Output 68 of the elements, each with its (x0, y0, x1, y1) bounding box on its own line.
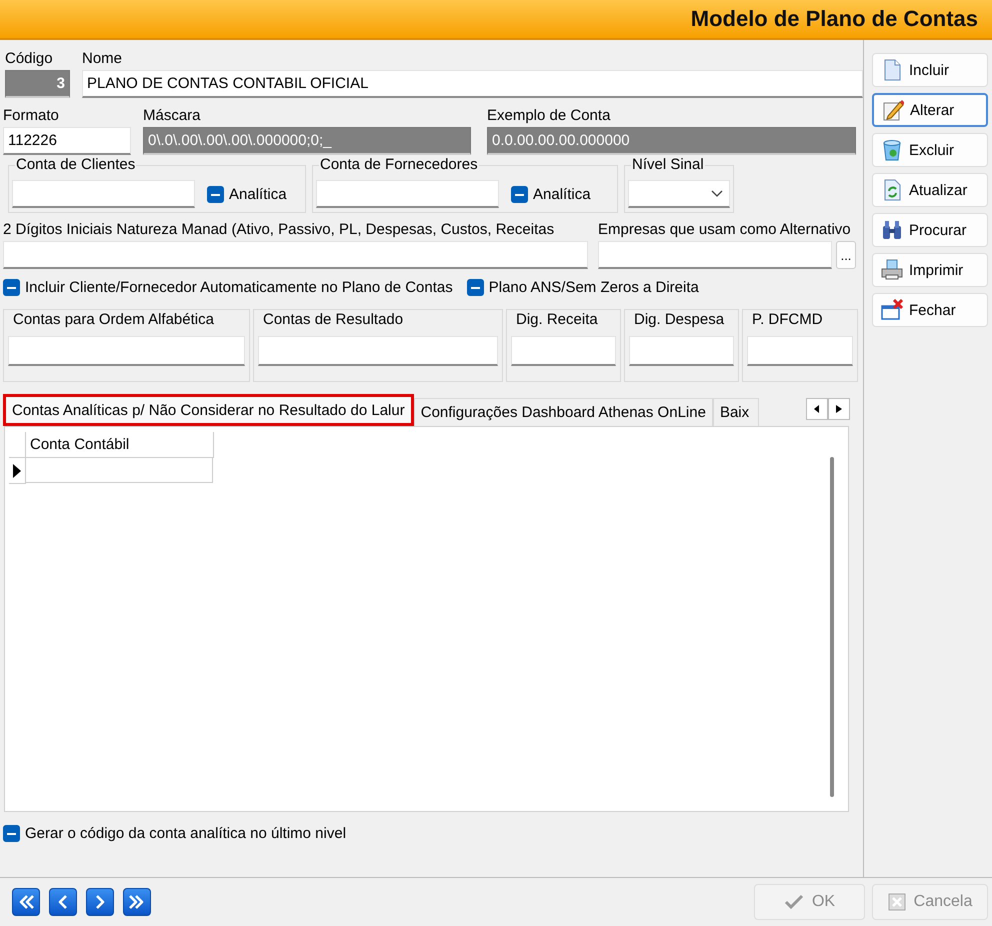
last-record-button[interactable] (123, 888, 151, 916)
binoculars-icon (881, 219, 903, 241)
checkmark-icon (784, 894, 804, 910)
field-label: Nome (82, 50, 124, 68)
checkbox[interactable] (207, 186, 224, 202)
account-field[interactable] (12, 180, 195, 208)
cancel-icon (888, 893, 906, 911)
first-record-button[interactable] (12, 888, 40, 916)
group-label: Contas para Ordem Alfabética (12, 311, 215, 329)
mask-field[interactable]: 0\.0\.00\.00\.00\.000000;0;_ (143, 127, 471, 155)
input-field[interactable] (8, 336, 245, 366)
scroll-left-button[interactable] (806, 398, 828, 420)
group-label: P. DFCMD (751, 311, 824, 329)
toolbar-button[interactable]: Incluir (872, 53, 988, 87)
right-triangle-icon (836, 405, 842, 413)
checkbox-label: Incluir Cliente/Fornecedor Automaticamente no Plano de Contas (25, 279, 453, 296)
input-field[interactable] (629, 336, 734, 366)
field-label: Código (5, 50, 54, 68)
checkbox-label: Analítica (229, 186, 287, 202)
toolbar-button[interactable]: Procurar (872, 213, 988, 247)
window-title: Modelo de Plano de Contas (690, 6, 978, 32)
toolbar-button[interactable]: Atualizar (872, 173, 988, 207)
group-label: Contas de Resultado (262, 311, 404, 329)
example-field[interactable]: 0.0.00.00.00.000000 (487, 127, 856, 155)
nature-field[interactable] (3, 241, 588, 269)
companies-field[interactable] (598, 241, 832, 269)
checkbox-label: Plano ANS/Sem Zeros a Direita (488, 279, 699, 296)
column-header: Conta Contábil (26, 432, 214, 458)
checkbox-label: Analítica (533, 186, 591, 202)
table-cell[interactable] (26, 458, 213, 483)
level-dropdown[interactable] (628, 180, 730, 208)
browse-button[interactable]: ... (836, 241, 856, 269)
bin-icon (881, 139, 903, 161)
field-label: Máscara (143, 107, 202, 125)
field-label: Empresas que usam como Alternativo (598, 221, 852, 239)
checkbox[interactable] (3, 825, 20, 842)
account-field[interactable] (316, 180, 499, 208)
input-field[interactable] (511, 336, 616, 366)
previous-record-button[interactable] (49, 888, 77, 916)
group-label: Dig. Receita (515, 311, 599, 329)
input-field[interactable] (258, 336, 498, 366)
field-label: Formato (3, 107, 60, 125)
pencil-icon (882, 99, 904, 121)
scrollbar[interactable] (830, 457, 834, 797)
checkbox-label: Gerar o código da conta analítica no último nivel (25, 825, 346, 842)
left-triangle-icon (814, 405, 820, 413)
input-field[interactable] (747, 336, 853, 366)
scroll-right-button[interactable] (828, 398, 850, 420)
printer-icon (881, 259, 903, 281)
group-label: Dig. Despesa (633, 311, 726, 329)
checkbox[interactable] (3, 279, 20, 296)
checkbox[interactable] (466, 279, 484, 296)
chevron-down-icon (711, 190, 723, 198)
format-field[interactable]: 112226 (3, 127, 131, 155)
toolbar-button[interactable]: Fechar (872, 293, 988, 327)
close-window-icon (881, 299, 903, 321)
tab[interactable]: Baix (712, 398, 759, 426)
checkbox[interactable] (511, 186, 528, 202)
next-record-button[interactable] (86, 888, 114, 916)
toolbar-button[interactable]: Imprimir (872, 253, 988, 287)
tab[interactable]: Configurações Dashboard Athenas OnLine (414, 398, 713, 426)
tab[interactable]: Contas Analíticas p/ Não Considerar no Resultado do Lalur (3, 394, 414, 426)
field-label: Exemplo de Conta (487, 107, 612, 125)
field-label: 2 Dígitos Iniciais Natureza Manad (Ativo, Passivo, PL, Despesas, Custos, Receitas (3, 221, 556, 239)
toolbar-button[interactable]: Alterar (872, 93, 988, 127)
code-field[interactable]: 3 (5, 70, 70, 98)
name-field[interactable]: PLANO DE CONTAS CONTABIL OFICIAL (82, 70, 863, 98)
toolbar-button[interactable]: Excluir (872, 133, 988, 167)
